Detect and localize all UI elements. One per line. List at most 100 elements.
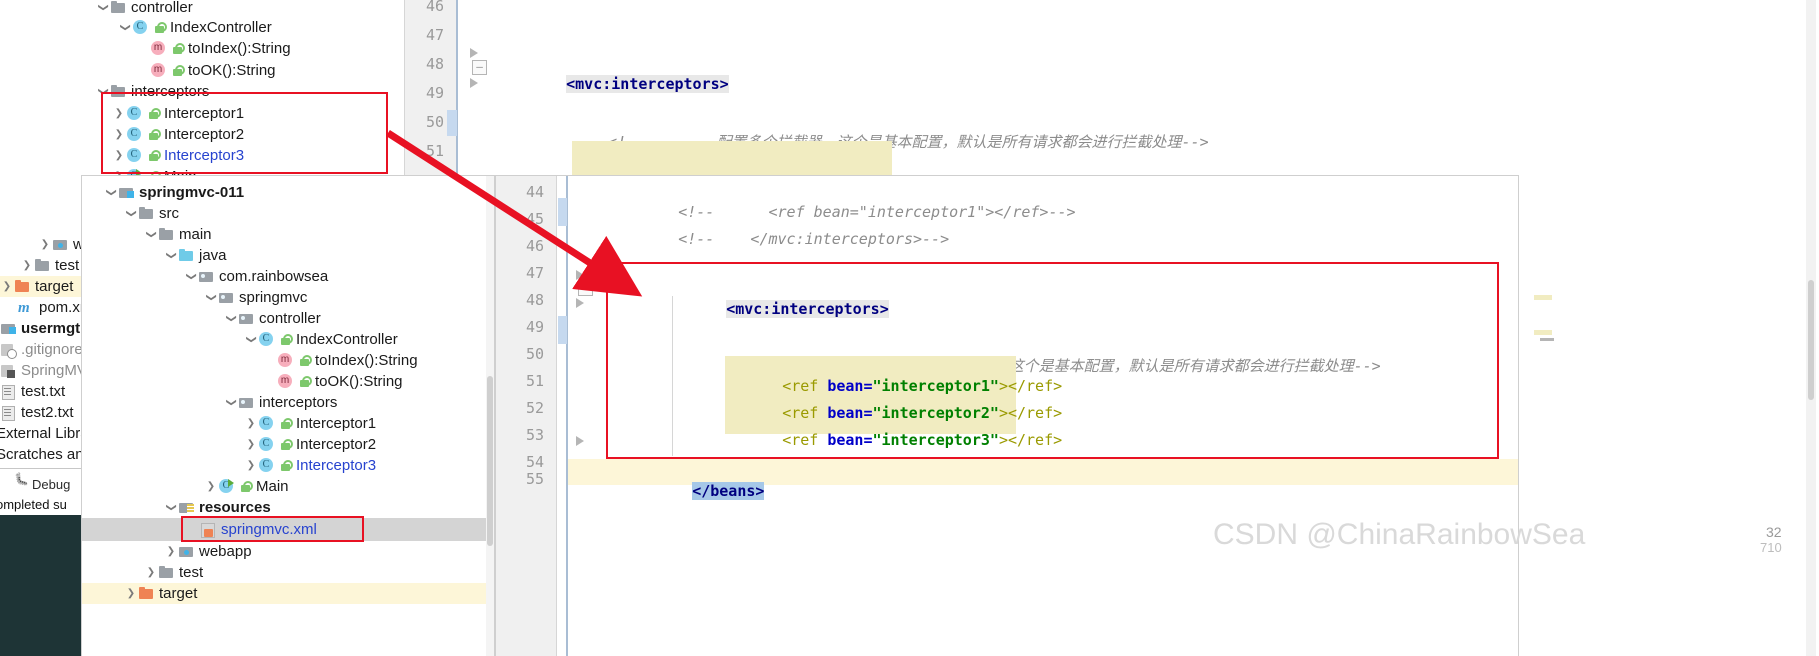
lock-icon	[279, 459, 293, 473]
chevron-right-icon[interactable]	[112, 145, 126, 166]
overlay-window[interactable]: springmvc-011 src main java com.rainbows…	[82, 176, 1518, 656]
tree-row-testtxt[interactable]: test.txt	[0, 381, 65, 402]
overlay-editor[interactable]: 44 45 46 47 48 49 50 51 52 53 54 55 – <!…	[496, 176, 1518, 656]
overlay-row-interceptors[interactable]: interceptors	[224, 392, 337, 413]
chevron-right-icon[interactable]	[244, 413, 258, 434]
tree-row-interceptor1[interactable]: Interceptor1	[112, 103, 244, 124]
chevron-down-icon[interactable]	[96, 0, 110, 18]
overlay-row-java[interactable]: java	[164, 245, 227, 266]
chevron-right-icon[interactable]	[164, 541, 178, 562]
overlay-row-toindex[interactable]: toIndex():String	[277, 350, 418, 371]
overlay-row-com-rainbowsea[interactable]: com.rainbowsea	[184, 266, 328, 287]
tree-row-scratches[interactable]: Scratches an	[0, 444, 84, 465]
folder-orange-icon	[138, 586, 155, 601]
right-scrollbar-thumb[interactable]	[1808, 280, 1814, 400]
folder-icon	[110, 0, 127, 15]
fold-arrow-icon-5[interactable]	[576, 436, 584, 446]
chevron-right-icon[interactable]	[112, 103, 126, 124]
chevron-down-icon[interactable]	[144, 224, 158, 245]
chevron-down-icon[interactable]	[164, 497, 178, 518]
chevron-down-icon[interactable]	[204, 287, 218, 308]
lock-icon	[279, 417, 293, 431]
tree-row-took[interactable]: toOK():String	[150, 60, 276, 81]
fold-arrow-icon-4[interactable]	[576, 298, 584, 308]
chevron-down-icon[interactable]	[96, 81, 110, 102]
lock-icon	[153, 21, 167, 35]
overlay-row-main[interactable]: main	[144, 224, 212, 245]
overlay-row-took[interactable]: toOK():String	[277, 371, 403, 392]
overlay-row-springmvc-xml[interactable]: springmvc.xml	[82, 518, 494, 541]
overlay-project-tree[interactable]: springmvc-011 src main java com.rainbows…	[82, 176, 494, 656]
chevron-right-icon[interactable]	[124, 583, 138, 604]
fold-collapse-icon-2[interactable]: –	[578, 281, 593, 296]
bug-icon	[14, 474, 28, 489]
overlay-row-interceptor1[interactable]: Interceptor1	[244, 413, 376, 434]
fold-arrow-icon-3[interactable]	[576, 270, 584, 280]
chevron-down-icon[interactable]	[124, 203, 138, 224]
code-tag-mvc-interceptors: <mvc:interceptors>	[566, 75, 729, 93]
tree-row-gitignore[interactable]: .gitignore	[0, 339, 83, 360]
overlay-tree-scroll-thumb[interactable]	[487, 376, 493, 546]
chevron-down-icon[interactable]	[244, 329, 258, 350]
background-project-tree[interactable]: controller IndexController toIndex():Str…	[0, 0, 404, 185]
class-icon	[126, 148, 143, 163]
folder-blue-icon	[178, 248, 195, 263]
chevron-right-icon[interactable]	[20, 255, 34, 276]
right-editor-strip	[1558, 0, 1819, 656]
chevron-down-icon[interactable]	[104, 182, 118, 203]
tree-row-usermgt[interactable]: usermgt	[0, 318, 80, 339]
text-file-icon	[0, 384, 17, 400]
tree-row-test2txt[interactable]: test2.txt	[0, 402, 74, 423]
overlay-row-main-class[interactable]: Main	[204, 476, 289, 497]
debug-console-area	[0, 515, 82, 656]
tree-row-interceptors[interactable]: interceptors	[96, 81, 209, 102]
right-marker-2	[1534, 330, 1552, 335]
tree-row-test-folder[interactable]: test	[20, 255, 79, 276]
chevron-right-icon[interactable]	[0, 276, 14, 297]
text-file-icon	[0, 405, 17, 421]
chevron-down-icon[interactable]	[224, 308, 238, 329]
overlay-row-resources[interactable]: resources	[164, 497, 271, 518]
overlay-row-webapp[interactable]: webapp	[164, 541, 252, 562]
maven-icon	[18, 298, 35, 319]
tree-row-springmv[interactable]: SpringMV	[0, 360, 87, 381]
tree-row-external-libraries[interactable]: External Libra	[0, 423, 89, 444]
tree-row-interceptor2[interactable]: Interceptor2	[112, 124, 244, 145]
overlay-row-interceptor2[interactable]: Interceptor2	[244, 434, 376, 455]
debug-tab[interactable]: Debug	[14, 474, 70, 492]
tree-row-controller[interactable]: controller	[96, 0, 193, 18]
chevron-down-icon[interactable]	[118, 17, 132, 38]
overlay-row-src[interactable]: src	[124, 203, 179, 224]
background-code-area[interactable]: <mvc:interceptors> <!-- 配置多个拦截器，这个是基本配置，…	[458, 0, 1558, 223]
chevron-down-icon[interactable]	[184, 266, 198, 287]
chevron-right-icon[interactable]	[244, 434, 258, 455]
chevron-down-icon[interactable]	[224, 392, 238, 413]
overlay-row-target[interactable]: target	[82, 583, 494, 604]
package-icon	[198, 269, 215, 284]
chevron-down-icon[interactable]	[164, 245, 178, 266]
overlay-row-controller[interactable]: controller	[224, 308, 321, 329]
chevron-right-icon[interactable]	[112, 124, 126, 145]
resources-icon	[178, 500, 195, 515]
class-icon	[258, 437, 275, 452]
package-icon	[238, 395, 255, 410]
status-right-value-2: 710	[1760, 540, 1782, 555]
method-icon	[150, 41, 167, 56]
chevron-right-icon[interactable]	[38, 234, 52, 255]
chevron-right-icon[interactable]	[144, 562, 158, 583]
overlay-row-test[interactable]: test	[144, 562, 203, 583]
overlay-gutter-divider	[556, 176, 557, 656]
status-right-value-1: 32	[1766, 524, 1782, 540]
folder-icon	[34, 258, 51, 273]
chevron-right-icon[interactable]	[204, 476, 218, 497]
chevron-right-icon[interactable]	[244, 455, 258, 476]
webapp-icon	[52, 237, 69, 252]
tree-row-interceptor3[interactable]: Interceptor3	[112, 145, 244, 166]
tree-row-indexcontroller[interactable]: IndexController	[118, 17, 272, 38]
overlay-row-springmvc-pkg[interactable]: springmvc	[204, 287, 307, 308]
overlay-row-interceptor3[interactable]: Interceptor3	[244, 455, 376, 476]
tree-row-toindex[interactable]: toIndex():String	[150, 38, 291, 59]
right-marker-3	[1540, 338, 1554, 341]
overlay-row-indexcontroller[interactable]: IndexController	[244, 329, 398, 350]
overlay-row-springmvc-011[interactable]: springmvc-011	[104, 182, 244, 203]
